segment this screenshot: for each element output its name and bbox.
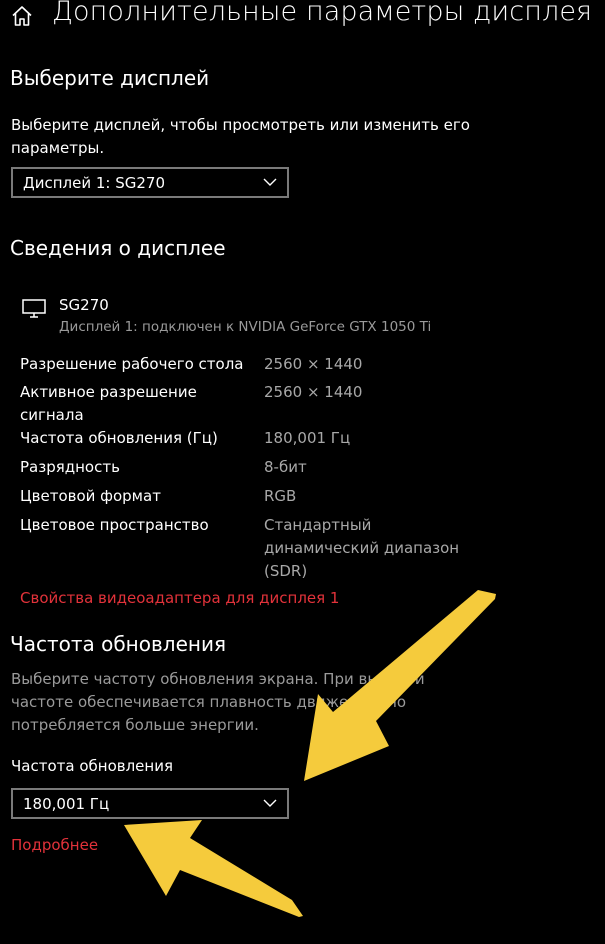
arrow-upper-right [304,590,496,781]
arrow-lower [124,820,303,917]
annotation-arrows [124,590,496,917]
